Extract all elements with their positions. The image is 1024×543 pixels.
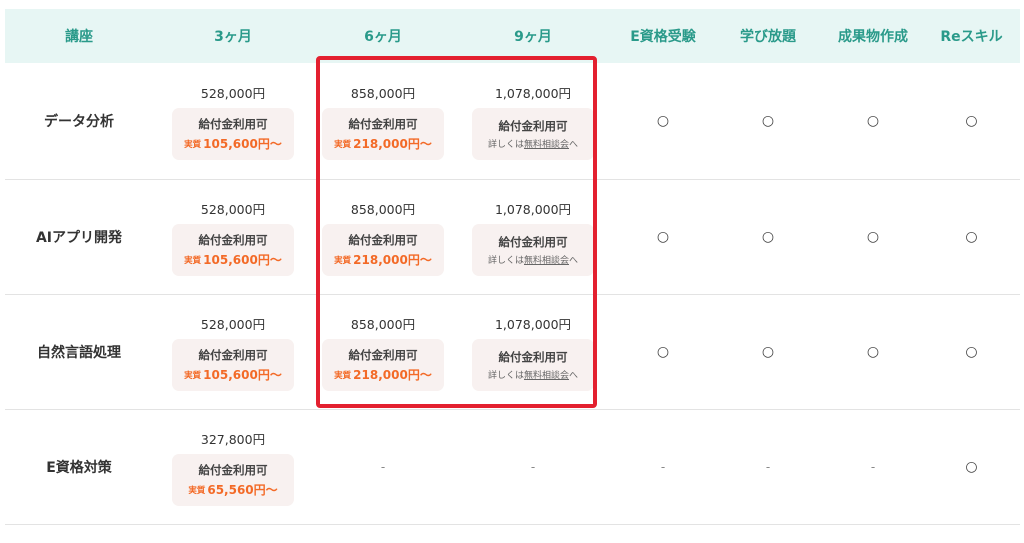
subsidy-title: 給付金利用可 [198,232,268,247]
effective-value: 65,560円〜 [207,482,278,497]
header-6months: 6ヶ月 [364,29,402,45]
effective-price: 実質 105,600円〜 [184,135,282,152]
price: 528,000円 [200,201,266,217]
effective-label: 実質 [184,370,202,381]
effective-price: 実質 105,600円〜 [184,251,282,268]
mark-deliverable: ○ [866,229,880,245]
subsidy-box: 給付金利用可 実質 105,600円〜 [172,338,294,391]
price: 528,000円 [200,85,266,101]
mark-unlimited: ○ [761,229,775,245]
mark-e-exam: ○ [656,344,670,360]
mark-deliverable: ○ [866,344,880,360]
course-name: 自然言語処理 [37,345,121,361]
mark-e-exam: ○ [656,113,670,129]
price-9months-empty: - [530,460,536,474]
effective-price: 実質 65,560円〜 [188,481,277,498]
price: 528,000円 [200,316,266,332]
price-3months: 528,000円 給付金利用可 実質 105,600円〜 [153,199,313,276]
mark-deliverable: ○ [866,113,880,129]
highlight-box [316,56,597,408]
subsidy-title: 給付金利用可 [198,347,268,362]
price: 327,800円 [200,431,266,447]
mark-reskill: ○ [965,113,978,129]
header-9months: 9ヶ月 [514,29,552,45]
mark-unlimited: - [765,460,771,474]
subsidy-box: 給付金利用可 実質 105,600円〜 [172,107,294,160]
table-header-row: 講座 3ヶ月 6ヶ月 9ヶ月 E資格受験 学び放題 成果物作成 Reスキル [5,9,1020,63]
header-unlimited-learning: 学び放題 [740,29,796,45]
price-3months: 528,000円 給付金利用可 実質 105,600円〜 [153,314,313,391]
course-name: AIアプリ開発 [35,230,123,246]
effective-price: 実質 105,600円〜 [184,366,282,383]
header-reskill: Reスキル [940,29,1003,45]
price-3months: 327,800円 給付金利用可 実質 65,560円〜 [153,429,313,506]
effective-value: 105,600円〜 [203,252,282,267]
mark-reskill: ○ [965,459,978,475]
effective-label: 実質 [184,255,202,266]
header-3months: 3ヶ月 [214,29,252,45]
effective-value: 105,600円〜 [203,367,282,382]
mark-unlimited: ○ [761,344,775,360]
course-name: E資格対策 [46,460,112,476]
price-6months-empty: - [380,460,386,474]
price-3months: 528,000円 給付金利用可 実質 105,600円〜 [153,83,313,160]
effective-label: 実質 [188,485,206,496]
subsidy-title: 給付金利用可 [198,116,268,131]
mark-e-exam: - [660,460,666,474]
mark-reskill: ○ [965,344,978,360]
effective-label: 実質 [184,139,202,150]
subsidy-box: 給付金利用可 実質 65,560円〜 [172,453,294,506]
effective-value: 105,600円〜 [203,136,282,151]
subsidy-box: 給付金利用可 実質 105,600円〜 [172,223,294,276]
mark-deliverable: - [870,460,876,474]
header-deliverable: 成果物作成 [838,29,908,45]
mark-e-exam: ○ [656,229,670,245]
header-e-exam: E資格受験 [630,29,696,45]
header-course: 講座 [65,29,93,45]
mark-reskill: ○ [965,229,978,245]
course-name: データ分析 [44,114,114,130]
subsidy-title: 給付金利用可 [198,462,268,477]
mark-unlimited: ○ [761,113,775,129]
table-row: E資格対策 327,800円 給付金利用可 実質 65,560円〜 - - - -… [5,410,1020,525]
